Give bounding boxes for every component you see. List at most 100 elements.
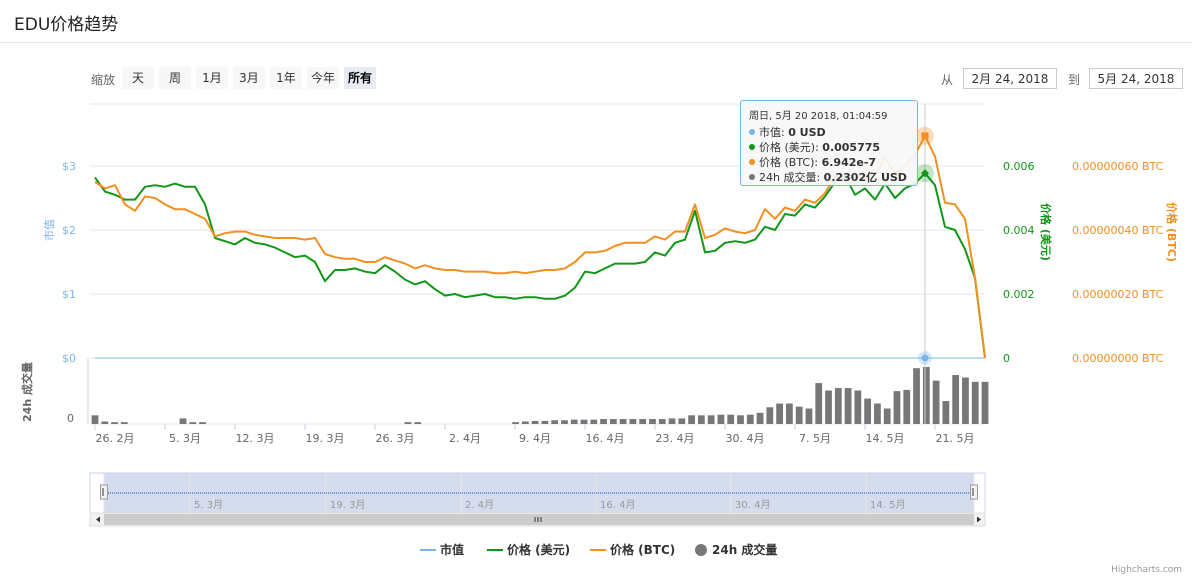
- x-tick-label: 2. 4月: [449, 432, 481, 445]
- axis-ticks: $0 $1 $2 $3 0 0.002 0.004 0.006 0.00000000 BTC 0.…: [62, 160, 1164, 445]
- chart-legend[interactable]: 市值 价格 (美元) 价格 (BTC) 24h 成交量: [420, 542, 777, 557]
- legend-item[interactable]: 价格 (BTC): [610, 542, 675, 557]
- market-cap-tick-label: $3: [62, 160, 76, 173]
- volume-column: [756, 412, 764, 424]
- x-tick-label: 26. 2月: [96, 432, 135, 445]
- market-cap-dot-icon: [749, 129, 755, 135]
- volume-column: [913, 368, 920, 424]
- x-tick-label: 26. 3月: [376, 432, 415, 445]
- volume-column: [551, 420, 559, 424]
- volume-column: [111, 422, 118, 424]
- volume-column: [600, 419, 607, 424]
- tooltip-label: 价格 (美元):: [759, 141, 823, 154]
- volume-column: [786, 403, 793, 424]
- volume-dot-icon: [749, 174, 755, 180]
- market-cap-tick-label: $0: [62, 352, 76, 365]
- tooltip-row-price-usd: 价格 (美元): 0.005775: [749, 140, 917, 155]
- volume-column: [903, 389, 911, 424]
- volume-column: [91, 415, 99, 424]
- navigator-label: 19. 3月: [330, 499, 365, 511]
- volume-column: [883, 408, 891, 424]
- tooltip-date: 周日, 5月 20 2018, 01:04:59: [749, 111, 888, 122]
- volume-column: [521, 421, 529, 424]
- legend-item[interactable]: 24h 成交量: [712, 542, 777, 557]
- volume-column: [189, 422, 197, 424]
- volume-column: [717, 414, 725, 424]
- price-usd-tick-label: 0.006: [1003, 160, 1035, 173]
- scrollbar-thumb: [104, 514, 974, 525]
- volume-column: [805, 408, 813, 424]
- navigator-handle: [970, 484, 978, 500]
- x-tick-label: 16. 4月: [586, 432, 625, 445]
- btc-hover-marker: [921, 132, 929, 140]
- volume-column: [404, 422, 412, 424]
- volume-column: [619, 419, 627, 424]
- volume-column: [688, 415, 695, 424]
- volume-column: [649, 419, 656, 424]
- price-usd-tick-label: 0.004: [1003, 224, 1035, 237]
- navigator-label: 5. 3月: [194, 499, 223, 511]
- volume-column: [952, 375, 960, 424]
- x-tick-label: 21. 5月: [936, 432, 975, 445]
- navigator-label: 30. 4月: [735, 499, 770, 511]
- tooltip-label: 市值:: [759, 126, 789, 139]
- price-btc-dot-icon: [749, 159, 755, 165]
- navigator[interactable]: 5. 3月 19. 3月 2. 4月 16. 4月 30. 4月 14. 5月: [89, 472, 986, 527]
- x-tick-label: 7. 5月: [799, 432, 831, 445]
- volume-column: [874, 403, 881, 424]
- tooltip-value: 0 USD: [788, 126, 826, 139]
- price-btc-tick-label: 0.00000060 BTC: [1072, 160, 1164, 173]
- price-btc-tick-label: 0.00000020 BTC: [1072, 288, 1164, 301]
- tooltip-row-volume: 24h 成交量: 0.2302亿 USD: [749, 170, 917, 185]
- volume-column: [179, 418, 187, 424]
- price-usd-line: [94, 172, 986, 359]
- price-chart: 市值 24h 成交量 价格 (美元) 价格 (BTC) $0 $1 $2 $3 0 0.0…: [20, 103, 1179, 557]
- price-usd-tick-label: 0.002: [1003, 288, 1035, 301]
- tooltip-value: 0.2302亿 USD: [823, 171, 907, 184]
- tooltip-row-price-btc: 价格 (BTC): 6.942e-7: [749, 155, 917, 170]
- volume-column: [531, 420, 539, 424]
- volume-column: [971, 381, 979, 424]
- price-usd-tick-label: 0: [1003, 352, 1010, 365]
- x-tick-label: 5. 3月: [169, 432, 201, 445]
- x-tick-label: 19. 3月: [306, 432, 345, 445]
- volume-column: [864, 398, 872, 424]
- volume-column: [639, 419, 647, 424]
- chart-tooltip: 周日, 5月 20 2018, 01:04:59 市值: 0 USD 价格 (美…: [740, 100, 918, 186]
- volume-column: [834, 388, 842, 424]
- price-btc-tick-label: 0.00000040 BTC: [1072, 224, 1164, 237]
- market-cap-tick-label: $2: [62, 224, 76, 237]
- tooltip-row-market-cap: 市值: 0 USD: [749, 125, 917, 140]
- credit-link[interactable]: Highcharts.com: [1111, 565, 1182, 575]
- market-cap-tick-label: $1: [62, 288, 76, 301]
- legend-item[interactable]: 市值: [440, 542, 464, 557]
- price-usd-dot-icon: [749, 144, 755, 150]
- volume-column: [922, 366, 930, 424]
- navigator-label: 14. 5月: [870, 499, 905, 511]
- volume-column: [893, 391, 901, 424]
- legend-item[interactable]: 价格 (美元): [507, 542, 570, 557]
- x-tick-label: 14. 5月: [866, 432, 905, 445]
- x-tick-label: 23. 4月: [656, 432, 695, 445]
- volume-column: [766, 407, 774, 424]
- volume-column: [590, 419, 598, 424]
- volume-column: [512, 422, 519, 424]
- volume-column: [697, 415, 705, 424]
- volume-column: [541, 420, 549, 424]
- volume-column: [737, 415, 744, 424]
- market-cap-axis-title: 市值: [42, 219, 56, 241]
- legend-symbol: [695, 544, 707, 556]
- volume-column: [658, 419, 666, 424]
- x-tick-label: 30. 4月: [726, 432, 765, 445]
- volume-column: [962, 377, 969, 424]
- volume-column: [795, 406, 803, 424]
- volume-tick-label: 0: [67, 412, 74, 425]
- volume-column: [120, 422, 128, 424]
- volume-column: [414, 422, 422, 424]
- tooltip-value: 0.005775: [822, 141, 881, 154]
- volume-column: [844, 388, 852, 424]
- volume-column: [668, 418, 676, 424]
- volume-column: [815, 383, 823, 424]
- navigator-handle: [100, 484, 108, 500]
- volume-column: [981, 381, 989, 424]
